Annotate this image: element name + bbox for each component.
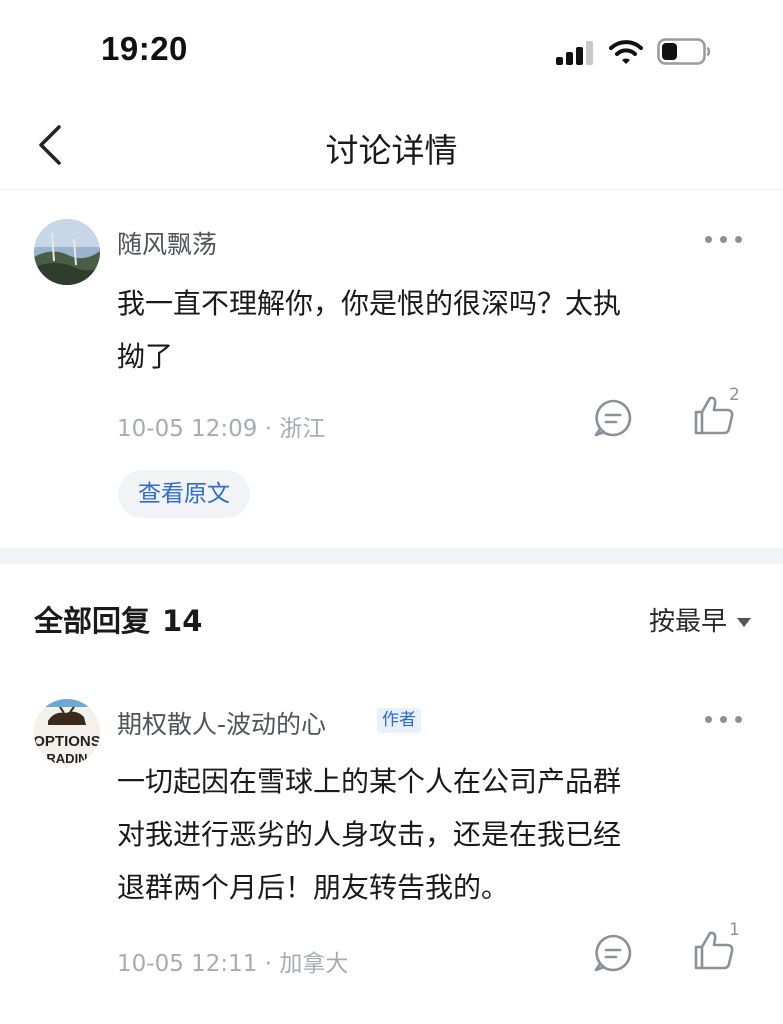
post-line: 我一直不理解你，你是恨的很深吗？太执 [117, 287, 622, 320]
post-content: 我一直不理解你，你是恨的很深吗？太执 拗了 [117, 277, 737, 383]
reply-content: 一切起因在雪球上的某个人在公司产品群 对我进行恶劣的人身攻击，还是在我已经 退群… [117, 755, 737, 914]
post-location: 浙江 [279, 416, 326, 442]
reply-line: 退群两个月后！朋友转告我的。 [117, 871, 510, 904]
reply-author[interactable]: 期权散人-波动的心 [117, 705, 326, 741]
post-author[interactable]: 随风飘荡 [117, 225, 217, 261]
replies-count: 14 [162, 604, 203, 638]
comment-icon[interactable] [593, 398, 633, 438]
avatar[interactable]: OPTIONS RADIN [34, 699, 100, 765]
nav-bar: 讨论详情 [0, 100, 783, 190]
avatar[interactable] [34, 219, 100, 285]
wifi-icon [609, 40, 643, 64]
status-time: 19:20 [101, 30, 188, 67]
reply-location: 加拿大 [279, 951, 349, 977]
view-original-button[interactable]: 查看原文 [118, 470, 250, 518]
caret-down-icon [737, 618, 751, 627]
post-time: 10-05 12:09 [117, 416, 258, 442]
like-count: 1 [729, 920, 740, 940]
page-title: 讨论详情 [325, 131, 458, 170]
avatar-text: RADIN [46, 751, 87, 765]
avatar-text: OPTIONS [34, 733, 100, 750]
post-meta: 10-05 12:09 · 浙江 [117, 416, 326, 442]
more-icon[interactable] [705, 716, 745, 726]
reply-line: 一切起因在雪球上的某个人在公司产品群 [117, 765, 622, 798]
like-count: 2 [729, 385, 740, 405]
replies-label: 全部回复 [34, 604, 151, 638]
author-badge: 作者 [377, 708, 421, 733]
post-line: 拗了 [117, 340, 174, 373]
sort-label: 按最早 [648, 607, 727, 637]
reply-time: 10-05 12:11 [117, 951, 258, 977]
more-icon[interactable] [705, 236, 745, 246]
reply-meta: 10-05 12:11 · 加拿大 [117, 951, 349, 977]
section-divider [0, 548, 783, 564]
status-bar: 19:20 [0, 0, 783, 100]
signal-icon [556, 41, 596, 65]
comment-icon[interactable] [593, 933, 633, 973]
reply-line: 对我进行恶劣的人身攻击，还是在我已经 [117, 818, 622, 851]
sort-dropdown[interactable]: 按最早 [649, 601, 751, 638]
battery-icon [657, 38, 711, 65]
replies-header: 全部回复 14 [34, 598, 202, 640]
